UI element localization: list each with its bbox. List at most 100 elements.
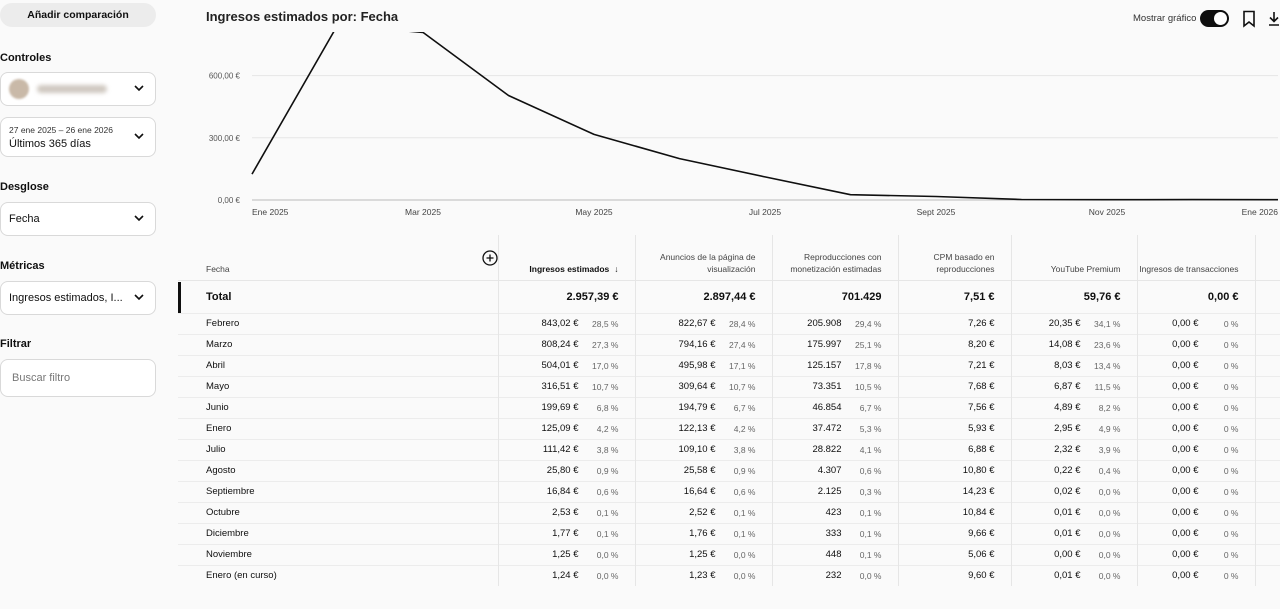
table-cell: 0,00 € 0,0 % [1010, 543, 1137, 565]
table-edge [1254, 522, 1280, 544]
table-cell: 109,10 € 3,8 % [634, 438, 772, 460]
data-point[interactable] [933, 194, 939, 200]
data-point[interactable] [591, 131, 597, 137]
channel-select[interactable] [0, 72, 156, 106]
cell-content: 2,95 € 4,9 % [1012, 423, 1137, 434]
cell-content: 448 0,1 % [773, 549, 898, 560]
cell-percent: 4,2 % [733, 423, 756, 434]
metric-column-header[interactable]: Ingresos estimados ↓ [497, 235, 635, 280]
cell-value: 2,52 € [689, 507, 716, 518]
table-cell: 1,76 € 0,1 % [634, 522, 772, 544]
cell-value: 0,00 € [1172, 360, 1199, 371]
table-cell: 194,79 € 6,7 % [634, 396, 772, 418]
download-icon[interactable] [1267, 10, 1280, 28]
bookmark-icon[interactable] [1241, 10, 1257, 28]
data-point[interactable] [762, 174, 768, 180]
cell-content: 111,42 € 3,8 % [499, 444, 635, 455]
cell-percent: 28,5 % [592, 318, 619, 329]
table-cell: 504,01 € 17,0 % [497, 354, 635, 376]
sort-descending-icon[interactable]: ↓ [614, 263, 618, 275]
table-row[interactable]: Agosto 25,80 € 0,9 % 25,58 € 0,9 % 4.307 0,6 %… [178, 459, 1280, 481]
row-date: Junio [178, 396, 498, 418]
chart-svg: 0,00 € 300,00 € 600,00 € Ene 2025 Mar 2025 Ma… [209, 32, 1280, 217]
y-tick-label: 600,00 € [209, 72, 241, 81]
cell-percent: 0,6 % [733, 486, 756, 497]
table-edge [1254, 375, 1280, 397]
cell-percent: 0 % [1223, 507, 1239, 518]
metric-column-header[interactable]: Reproducciones con monetización estimada… [771, 235, 898, 280]
data-point[interactable] [1275, 197, 1280, 203]
table-edge [1254, 459, 1280, 481]
date-column-header[interactable]: Fecha [178, 235, 498, 280]
table-row[interactable]: Mayo 316,51 € 10,7 % 309,64 € 10,7 % 73.351 10… [178, 375, 1280, 397]
table-cell: 5,93 € [897, 417, 1011, 439]
table-row[interactable]: Noviembre 1,25 € 0,0 % 1,25 € 0,0 % 448 0,1 % 5… [178, 543, 1280, 565]
breakdown-select[interactable]: Fecha [0, 202, 156, 236]
table-row[interactable]: Febrero 843,02 € 28,5 % 822,67 € 28,4 % 205.9… [178, 312, 1280, 334]
x-tick-label: Nov 2025 [1089, 207, 1126, 217]
cell-percent: 23,6 % [1094, 339, 1121, 350]
cell-value: 205.908 [807, 318, 842, 329]
table-cell: 5,06 € [897, 543, 1011, 565]
add-comparison-button[interactable]: Añadir comparación [0, 3, 156, 27]
metric-column-header[interactable]: Ingresos de transacciones [1136, 235, 1255, 280]
cell-content: 14,08 € 23,6 % [1012, 339, 1137, 350]
plus-circle-icon[interactable] [481, 250, 498, 266]
table-edge [1254, 438, 1280, 460]
table-row[interactable]: Octubre 2,53 € 0,1 % 2,52 € 0,1 % 423 0,1 % 10,… [178, 501, 1280, 523]
cell-content: 843,02 € 28,5 % [499, 318, 635, 329]
table-row[interactable]: Julio 111,42 € 3,8 % 109,10 € 3,8 % 28.822 4,1… [178, 438, 1280, 460]
row-date: Agosto [178, 459, 498, 481]
cell-percent: 0,3 % [859, 486, 882, 497]
show-chart-toggle[interactable] [1200, 10, 1229, 27]
data-point[interactable] [249, 171, 255, 177]
data-point[interactable] [1019, 196, 1025, 202]
table-cell: 0,01 € 0,0 % [1010, 564, 1137, 586]
row-date: Enero (en curso) [178, 564, 498, 586]
table-cell: 2,32 € 3,9 % [1010, 438, 1137, 460]
row-date: Marzo [178, 333, 498, 355]
cell-value: 2,95 € [1054, 423, 1081, 434]
total-value: 701.429 [771, 279, 898, 313]
cell-content: 0,00 € 0 % [1138, 381, 1255, 392]
metric-column-header[interactable]: Anuncios de la página de visualización [634, 235, 772, 280]
table-cell: 232 0,0 % [771, 564, 898, 586]
data-point[interactable] [677, 156, 683, 162]
metric-column-header[interactable]: YouTube Premium [1010, 235, 1137, 280]
revenue-line-chart: 0,00 € 300,00 € 600,00 € Ene 2025 Mar 2025 Ma… [200, 30, 1280, 225]
cell-value: 199,69 € [541, 402, 579, 413]
table-row[interactable]: Abril 504,01 € 17,0 % 495,98 € 17,1 % 125.157… [178, 354, 1280, 376]
cell-value: 16,64 € [683, 486, 716, 497]
table-row[interactable]: Enero (en curso) 1,24 €0,0 % 1,23 €0,0 % 23… [178, 564, 1280, 586]
metric-column-header[interactable]: CPM basado en reproducciones [897, 235, 1011, 280]
cell-value: 7,21 € [968, 360, 995, 371]
cell-content: 0,00 € 0 % [1138, 465, 1255, 476]
cell-value: 109,10 € [678, 444, 716, 455]
row-date: Noviembre [178, 543, 498, 565]
table-cell: 14,23 € [897, 480, 1011, 502]
data-point[interactable] [506, 93, 512, 99]
cell-content: 175.997 25,1 % [773, 339, 898, 350]
date-range-select[interactable]: 27 ene 2025 – 26 ene 2026 Últimos 365 dí… [0, 117, 156, 157]
cell-content: 7,21 € [899, 360, 1011, 371]
table-row[interactable]: Septiembre 16,84 € 0,6 % 16,64 € 0,6 % 2.125 0… [178, 480, 1280, 502]
table-row[interactable]: Marzo 808,24 € 27,3 % 794,16 € 27,4 % 175.997… [178, 333, 1280, 355]
table-row[interactable]: Enero 125,09 € 4,2 % 122,13 € 4,2 % 37.472 5,3… [178, 417, 1280, 439]
cell-content: 0,00 € 0 % [1138, 339, 1255, 350]
cell-value: 808,24 € [541, 339, 579, 350]
data-point[interactable] [1190, 197, 1196, 203]
metrics-select[interactable]: Ingresos estimados, I... [0, 281, 156, 315]
cell-percent: 0,0 % [596, 549, 619, 560]
data-point[interactable] [1104, 197, 1110, 203]
cell-percent: 0 % [1223, 570, 1239, 581]
cell-value: 2,32 € [1054, 444, 1081, 455]
cell-percent: 6,7 % [859, 402, 882, 413]
table-cell: 0,00 € 0 % [1136, 417, 1255, 439]
table-row[interactable]: Junio 199,69 € 6,8 % 194,79 € 6,7 % 46.854 6,7… [178, 396, 1280, 418]
table-row[interactable]: Diciembre 1,77 € 0,1 % 1,76 € 0,1 % 333 0,1 % 9… [178, 522, 1280, 544]
cell-content: 25,58 € 0,9 % [636, 465, 772, 476]
filter-search-input[interactable]: Buscar filtro [0, 359, 156, 397]
cell-percent: 4,1 % [859, 444, 882, 455]
table-edge [1254, 279, 1280, 313]
data-point[interactable] [848, 192, 854, 198]
